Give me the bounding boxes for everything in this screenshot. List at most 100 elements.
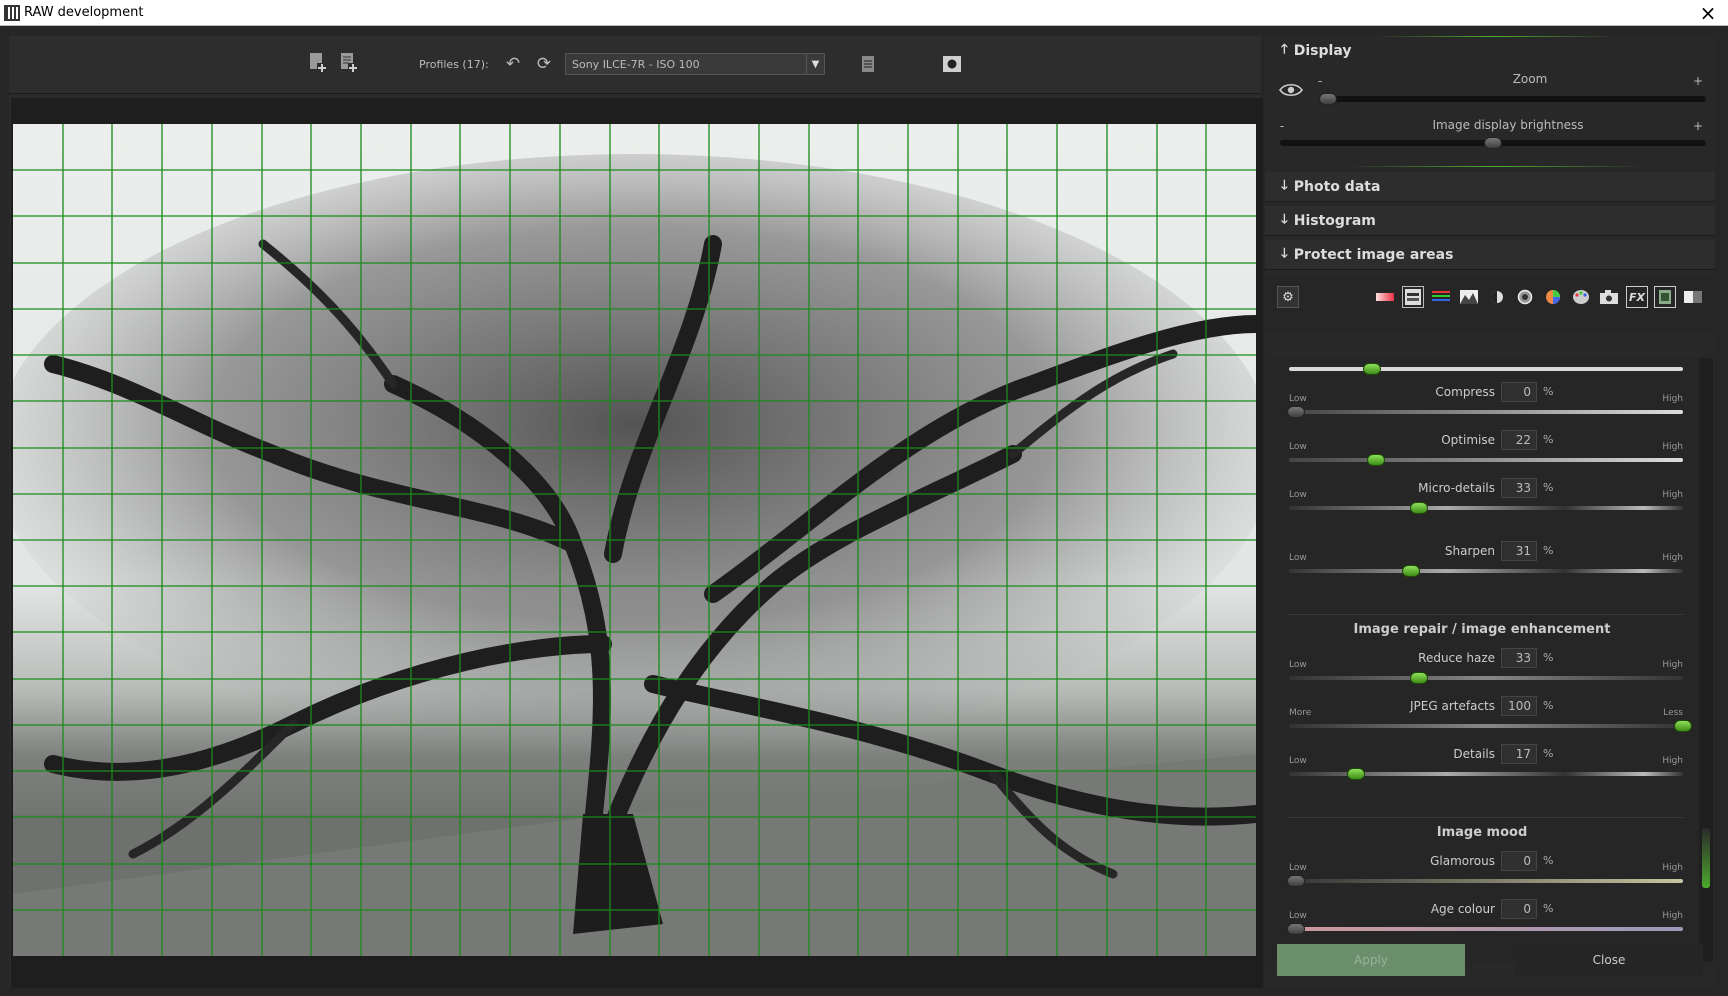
slider-high-label: Less bbox=[1663, 708, 1683, 718]
percent-label: % bbox=[1543, 433, 1554, 446]
arrow-down-icon: 🡓 bbox=[1281, 177, 1288, 193]
percent-label: % bbox=[1543, 699, 1554, 712]
slider-low-label: Low bbox=[1289, 660, 1307, 670]
micro-details-label: Micro-details bbox=[1418, 481, 1495, 495]
section-title: Display bbox=[1293, 43, 1352, 59]
slider-low-label: Low bbox=[1289, 553, 1307, 563]
brightness-slider-handle[interactable] bbox=[1484, 137, 1502, 149]
sharpen-label: Sharpen bbox=[1444, 544, 1495, 558]
percent-label: % bbox=[1543, 854, 1554, 867]
divider bbox=[1345, 166, 1645, 167]
tone-icon[interactable] bbox=[1514, 286, 1536, 308]
camera-icon[interactable] bbox=[941, 53, 963, 75]
section-title: Histogram bbox=[1293, 212, 1376, 229]
arrow-down-icon: 🡓 bbox=[1281, 245, 1288, 261]
eye-icon[interactable] bbox=[1279, 78, 1303, 102]
apply-button[interactable]: Apply bbox=[1277, 944, 1465, 976]
profiles-label: Profiles (17): bbox=[419, 58, 489, 71]
brightness-minus: - bbox=[1279, 119, 1285, 133]
optimise-value-input[interactable]: 22 bbox=[1501, 430, 1537, 450]
slider-track[interactable] bbox=[1289, 879, 1683, 883]
chevron-down-icon[interactable]: ▼ bbox=[806, 54, 824, 74]
sliders-scrollbar[interactable] bbox=[1699, 358, 1713, 962]
section-photo-data-header[interactable]: 🡓 Photo data bbox=[1265, 172, 1715, 202]
glamorous-value-input[interactable]: 0 bbox=[1501, 851, 1537, 871]
slider-handle[interactable] bbox=[1410, 502, 1429, 514]
slider-track[interactable] bbox=[1289, 410, 1683, 414]
arrow-down-icon: 🡓 bbox=[1281, 211, 1288, 227]
settings-panel: 🡑 Display - Zoom + - Image display brigh… bbox=[1265, 36, 1715, 988]
delete-profile-icon[interactable] bbox=[857, 53, 879, 75]
age-colour-value-input[interactable]: 0 bbox=[1501, 899, 1537, 919]
gradient-icon[interactable] bbox=[1374, 286, 1396, 308]
image-panel: Profiles (17): ↶ ⟳ Sony ILCE-7R - ISO 10… bbox=[9, 36, 1263, 988]
section-histogram-header[interactable]: 🡓 Histogram bbox=[1265, 206, 1715, 236]
save-profile-icon[interactable] bbox=[338, 52, 360, 74]
section-protect-header[interactable]: 🡓 Protect image areas bbox=[1265, 240, 1715, 270]
close-button[interactable]: Close bbox=[1515, 944, 1703, 976]
compress-value-input[interactable]: 0 bbox=[1501, 382, 1537, 402]
jpeg-artefacts-label: JPEG artefacts bbox=[1410, 699, 1495, 713]
age-colour-label: Age colour bbox=[1430, 902, 1495, 916]
reduce-haze-value-input[interactable]: 33 bbox=[1501, 648, 1537, 668]
slider-track[interactable] bbox=[1289, 569, 1683, 573]
contrast-icon[interactable] bbox=[1486, 286, 1508, 308]
slider-track[interactable] bbox=[1289, 927, 1683, 931]
divider bbox=[1289, 817, 1683, 818]
slider-handle[interactable] bbox=[1287, 406, 1305, 418]
image-viewport[interactable] bbox=[11, 98, 1263, 988]
slider-track[interactable] bbox=[1289, 506, 1683, 510]
top-slider-track[interactable] bbox=[1289, 367, 1683, 371]
slider-low-label: Low bbox=[1289, 394, 1307, 404]
slider-handle[interactable] bbox=[1674, 720, 1692, 732]
slider-high-label: High bbox=[1662, 911, 1683, 921]
slider-handle[interactable] bbox=[1287, 875, 1305, 887]
slider-handle[interactable] bbox=[1366, 454, 1385, 466]
glamorous-label: Glamorous bbox=[1430, 854, 1495, 868]
camera-tab-icon[interactable] bbox=[1598, 286, 1620, 308]
percent-label: % bbox=[1543, 481, 1554, 494]
redo-icon[interactable]: ⟳ bbox=[533, 53, 555, 75]
landscape-icon[interactable] bbox=[1458, 286, 1480, 308]
settings-gear-icon[interactable]: ⚙ bbox=[1277, 286, 1299, 308]
color-bars-icon[interactable] bbox=[1430, 286, 1452, 308]
slider-handle[interactable] bbox=[1287, 923, 1305, 935]
color-wheel-icon[interactable] bbox=[1542, 286, 1564, 308]
overlay-grid bbox=[13, 124, 1256, 956]
jpeg-artefacts-value-input[interactable]: 100 bbox=[1501, 696, 1537, 716]
profile-toolbar: Profiles (17): ↶ ⟳ Sony ILCE-7R - ISO 10… bbox=[9, 36, 1261, 94]
slider-track[interactable] bbox=[1289, 676, 1683, 680]
slider-handle[interactable] bbox=[1346, 768, 1365, 780]
slider-handle[interactable] bbox=[1402, 565, 1421, 577]
section-title: Photo data bbox=[1293, 178, 1381, 195]
scrollbar-thumb[interactable] bbox=[1702, 828, 1710, 888]
slider-handle[interactable] bbox=[1410, 672, 1429, 684]
slider-low-label: Low bbox=[1289, 756, 1307, 766]
reduce-haze-label: Reduce haze bbox=[1418, 651, 1495, 665]
bw-icon[interactable] bbox=[1682, 286, 1704, 308]
sharpen-tab-icon[interactable] bbox=[1402, 286, 1424, 308]
zoom-slider-handle[interactable] bbox=[1318, 93, 1337, 105]
profile-select[interactable]: Sony ILCE-7R - ISO 100 ▼ bbox=[565, 53, 825, 75]
sharpen-value-input[interactable]: 31 bbox=[1501, 541, 1537, 561]
micro-details-value-input[interactable]: 33 bbox=[1501, 478, 1537, 498]
details-value-input[interactable]: 17 bbox=[1501, 744, 1537, 764]
slider-track[interactable] bbox=[1289, 458, 1683, 462]
add-profile-icon[interactable] bbox=[307, 52, 329, 74]
top-slider-handle[interactable] bbox=[1363, 363, 1381, 375]
arrow-up-icon: 🡑 bbox=[1281, 42, 1288, 57]
percent-label: % bbox=[1543, 747, 1554, 760]
undo-icon[interactable]: ↶ bbox=[502, 53, 524, 75]
slider-track[interactable] bbox=[1289, 724, 1683, 728]
film-icon[interactable] bbox=[1654, 286, 1676, 308]
slider-high-label: High bbox=[1662, 660, 1683, 670]
percent-label: % bbox=[1543, 385, 1554, 398]
slider-high-label: High bbox=[1662, 756, 1683, 766]
palette-icon[interactable] bbox=[1570, 286, 1592, 308]
percent-label: % bbox=[1543, 902, 1554, 915]
window-close-button[interactable]: × bbox=[1694, 0, 1722, 26]
zoom-slider[interactable] bbox=[1320, 96, 1706, 102]
fx-icon[interactable]: FX bbox=[1626, 286, 1648, 308]
section-display-header[interactable]: 🡑 Display bbox=[1265, 36, 1715, 66]
brightness-label: Image display brightness bbox=[1432, 118, 1584, 132]
